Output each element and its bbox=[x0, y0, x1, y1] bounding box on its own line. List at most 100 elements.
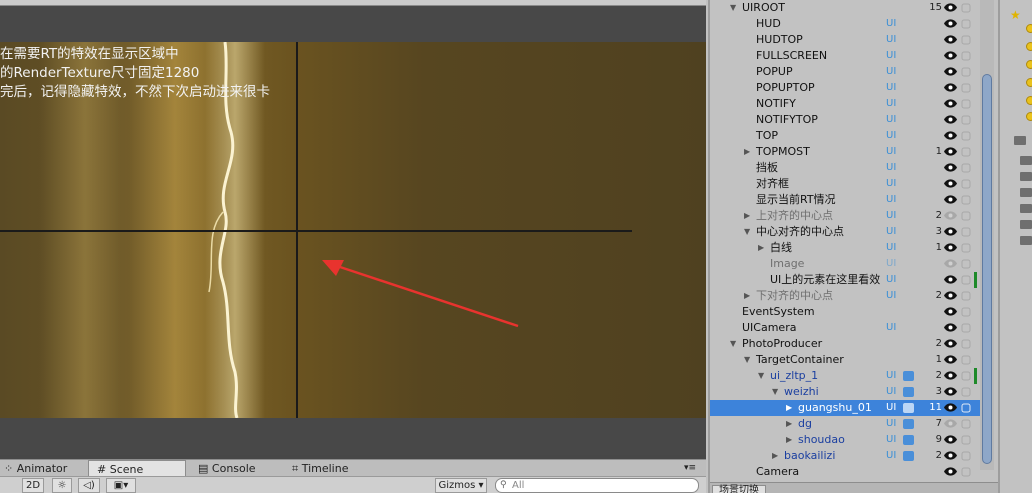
chevron-down-icon[interactable]: ▼ bbox=[772, 384, 778, 400]
scene-viewport[interactable]: 在需要RT的特效在显示区域中 的RenderTexture尺寸固定1280 完后… bbox=[0, 6, 706, 455]
hierarchy-item-bottom-center[interactable]: ▶ 下对齐的中心点 UI 2 bbox=[710, 288, 980, 304]
hierarchy-item-baokailizi[interactable]: ▶ baokailizi UI 2 bbox=[710, 448, 980, 464]
hierarchy-item-notify[interactable]: NOTIFY UI bbox=[710, 96, 980, 112]
folder-icon[interactable] bbox=[1014, 136, 1026, 145]
pick-lock-icon[interactable] bbox=[961, 275, 971, 285]
asset-icon[interactable] bbox=[1026, 112, 1032, 121]
pick-lock-icon[interactable] bbox=[961, 451, 971, 461]
pick-lock-icon[interactable] bbox=[961, 355, 971, 365]
pick-lock-icon[interactable] bbox=[961, 259, 971, 269]
pick-lock-icon[interactable] bbox=[961, 371, 971, 381]
folder-icon[interactable] bbox=[1020, 220, 1032, 229]
hierarchy-item-ui-elements[interactable]: UI上的元素在这里看效 UI bbox=[710, 272, 980, 288]
visibility-eye-icon[interactable] bbox=[943, 130, 958, 141]
hierarchy-item-popuptop[interactable]: POPUPTOP UI bbox=[710, 80, 980, 96]
visibility-eye-icon[interactable] bbox=[943, 114, 958, 125]
hierarchy-item-popup[interactable]: POPUP UI bbox=[710, 64, 980, 80]
visibility-eye-icon[interactable] bbox=[943, 162, 958, 173]
effects-icon[interactable]: ▣▾ bbox=[106, 478, 136, 493]
hierarchy-item-weizhi[interactable]: ▼ weizhi UI 3 bbox=[710, 384, 980, 400]
hierarchy-item-notifytop[interactable]: NOTIFYTOP UI bbox=[710, 112, 980, 128]
asset-icon[interactable] bbox=[1026, 96, 1032, 105]
pick-lock-icon[interactable] bbox=[961, 179, 971, 189]
pick-lock-icon[interactable] bbox=[961, 195, 971, 205]
tab-scene-switch[interactable]: 场景切换 bbox=[712, 485, 766, 493]
pick-lock-icon[interactable] bbox=[961, 163, 971, 173]
folder-icon[interactable] bbox=[1020, 188, 1032, 197]
visibility-eye-icon[interactable] bbox=[943, 290, 958, 301]
visibility-eye-icon[interactable] bbox=[943, 370, 958, 381]
chevron-right-icon[interactable]: ▶ bbox=[772, 448, 778, 464]
visibility-eye-icon[interactable] bbox=[943, 450, 958, 461]
pick-lock-icon[interactable] bbox=[961, 131, 971, 141]
pick-lock-icon[interactable] bbox=[961, 67, 971, 77]
lighting-icon[interactable]: ☼ bbox=[52, 478, 72, 493]
pick-lock-icon[interactable] bbox=[961, 51, 971, 61]
visibility-eye-icon[interactable] bbox=[943, 98, 958, 109]
visibility-eye-icon[interactable] bbox=[943, 306, 958, 317]
asset-icon[interactable] bbox=[1026, 60, 1032, 69]
hierarchy-item-uicamera[interactable]: UICamera UI bbox=[710, 320, 980, 336]
visibility-eye-icon[interactable] bbox=[943, 242, 958, 253]
asset-icon[interactable] bbox=[1026, 78, 1032, 87]
visibility-eye-icon[interactable] bbox=[943, 466, 958, 477]
hierarchy-item-dg[interactable]: ▶ dg UI 7 bbox=[710, 416, 980, 432]
pick-lock-icon[interactable] bbox=[961, 99, 971, 109]
hierarchy-item-eventsystem[interactable]: EventSystem bbox=[710, 304, 980, 320]
pick-lock-icon[interactable] bbox=[961, 467, 971, 477]
chevron-right-icon[interactable]: ▶ bbox=[786, 432, 792, 448]
visibility-eye-icon[interactable] bbox=[943, 194, 958, 205]
hidden-eye-icon[interactable] bbox=[943, 258, 958, 269]
hierarchy-item-top-center[interactable]: ▶ 上对齐的中心点 UI 2 bbox=[710, 208, 980, 224]
chevron-right-icon[interactable]: ▶ bbox=[744, 208, 750, 224]
hierarchy-item-top[interactable]: TOP UI bbox=[710, 128, 980, 144]
visibility-eye-icon[interactable] bbox=[943, 18, 958, 29]
hierarchy-item-white-line[interactable]: ▶ 白线 UI 1 bbox=[710, 240, 980, 256]
panel-menu-icon[interactable]: ▾≡ bbox=[684, 460, 704, 477]
pick-lock-icon[interactable] bbox=[961, 147, 971, 157]
pick-lock-icon[interactable] bbox=[961, 3, 971, 13]
chevron-right-icon[interactable]: ▶ bbox=[744, 288, 750, 304]
hierarchy-item-show-rt[interactable]: 显示当前RT情况 UI bbox=[710, 192, 980, 208]
visibility-eye-icon[interactable] bbox=[943, 322, 958, 333]
visibility-eye-icon[interactable] bbox=[943, 402, 958, 413]
chevron-right-icon[interactable]: ▶ bbox=[786, 416, 792, 432]
hierarchy-item-topmost[interactable]: ▶ TOPMOST UI 1 bbox=[710, 144, 980, 160]
hidden-eye-icon[interactable] bbox=[943, 210, 958, 221]
scene-search-input[interactable]: ⚲ All bbox=[495, 478, 699, 493]
hierarchy-item-camera[interactable]: Camera bbox=[710, 464, 980, 480]
visibility-eye-icon[interactable] bbox=[943, 178, 958, 189]
hierarchy-item-hudtop[interactable]: HUDTOP UI bbox=[710, 32, 980, 48]
pick-lock-icon[interactable] bbox=[961, 323, 971, 333]
pick-lock-icon[interactable] bbox=[961, 243, 971, 253]
folder-icon[interactable] bbox=[1020, 156, 1032, 165]
folder-icon[interactable] bbox=[1020, 236, 1032, 245]
audio-icon[interactable]: ◁) bbox=[78, 478, 100, 493]
visibility-eye-icon[interactable] bbox=[943, 50, 958, 61]
pick-lock-icon[interactable] bbox=[961, 115, 971, 125]
visibility-eye-icon[interactable] bbox=[943, 34, 958, 45]
favorites-star-icon[interactable]: ★ bbox=[1010, 8, 1021, 22]
hierarchy-item-photoproducer[interactable]: ▼ PhotoProducer 2 bbox=[710, 336, 980, 352]
chevron-down-icon[interactable]: ▼ bbox=[744, 352, 750, 368]
pick-lock-icon[interactable] bbox=[961, 403, 971, 413]
hierarchy-item-image[interactable]: Image UI bbox=[710, 256, 980, 272]
scrollbar-thumb[interactable] bbox=[982, 74, 992, 464]
visibility-eye-icon[interactable] bbox=[943, 354, 958, 365]
hierarchy-item-center-center[interactable]: ▼ 中心对齐的中心点 UI 3 bbox=[710, 224, 980, 240]
pick-lock-icon[interactable] bbox=[961, 339, 971, 349]
tab-animator[interactable]: ⁘ Animator bbox=[0, 460, 86, 477]
hierarchy-item-align-frame[interactable]: 对齐框 UI bbox=[710, 176, 980, 192]
visibility-eye-icon[interactable] bbox=[943, 226, 958, 237]
visibility-eye-icon[interactable] bbox=[943, 338, 958, 349]
asset-icon[interactable] bbox=[1026, 24, 1032, 33]
chevron-right-icon[interactable]: ▶ bbox=[758, 240, 764, 256]
tab-timeline[interactable]: ⌗ Timeline bbox=[292, 460, 382, 477]
gizmos-dropdown[interactable]: Gizmos ▾ bbox=[435, 478, 487, 493]
pick-lock-icon[interactable] bbox=[961, 19, 971, 29]
hierarchy-item-uiroot[interactable]: ▼ UIROOT 15 bbox=[710, 0, 980, 16]
visibility-eye-icon[interactable] bbox=[943, 66, 958, 77]
hierarchy-item-hud[interactable]: HUD UI bbox=[710, 16, 980, 32]
chevron-right-icon[interactable]: ▶ bbox=[744, 144, 750, 160]
hierarchy-item-guangshu-01[interactable]: ▶ guangshu_01 UI 11 bbox=[710, 400, 980, 416]
